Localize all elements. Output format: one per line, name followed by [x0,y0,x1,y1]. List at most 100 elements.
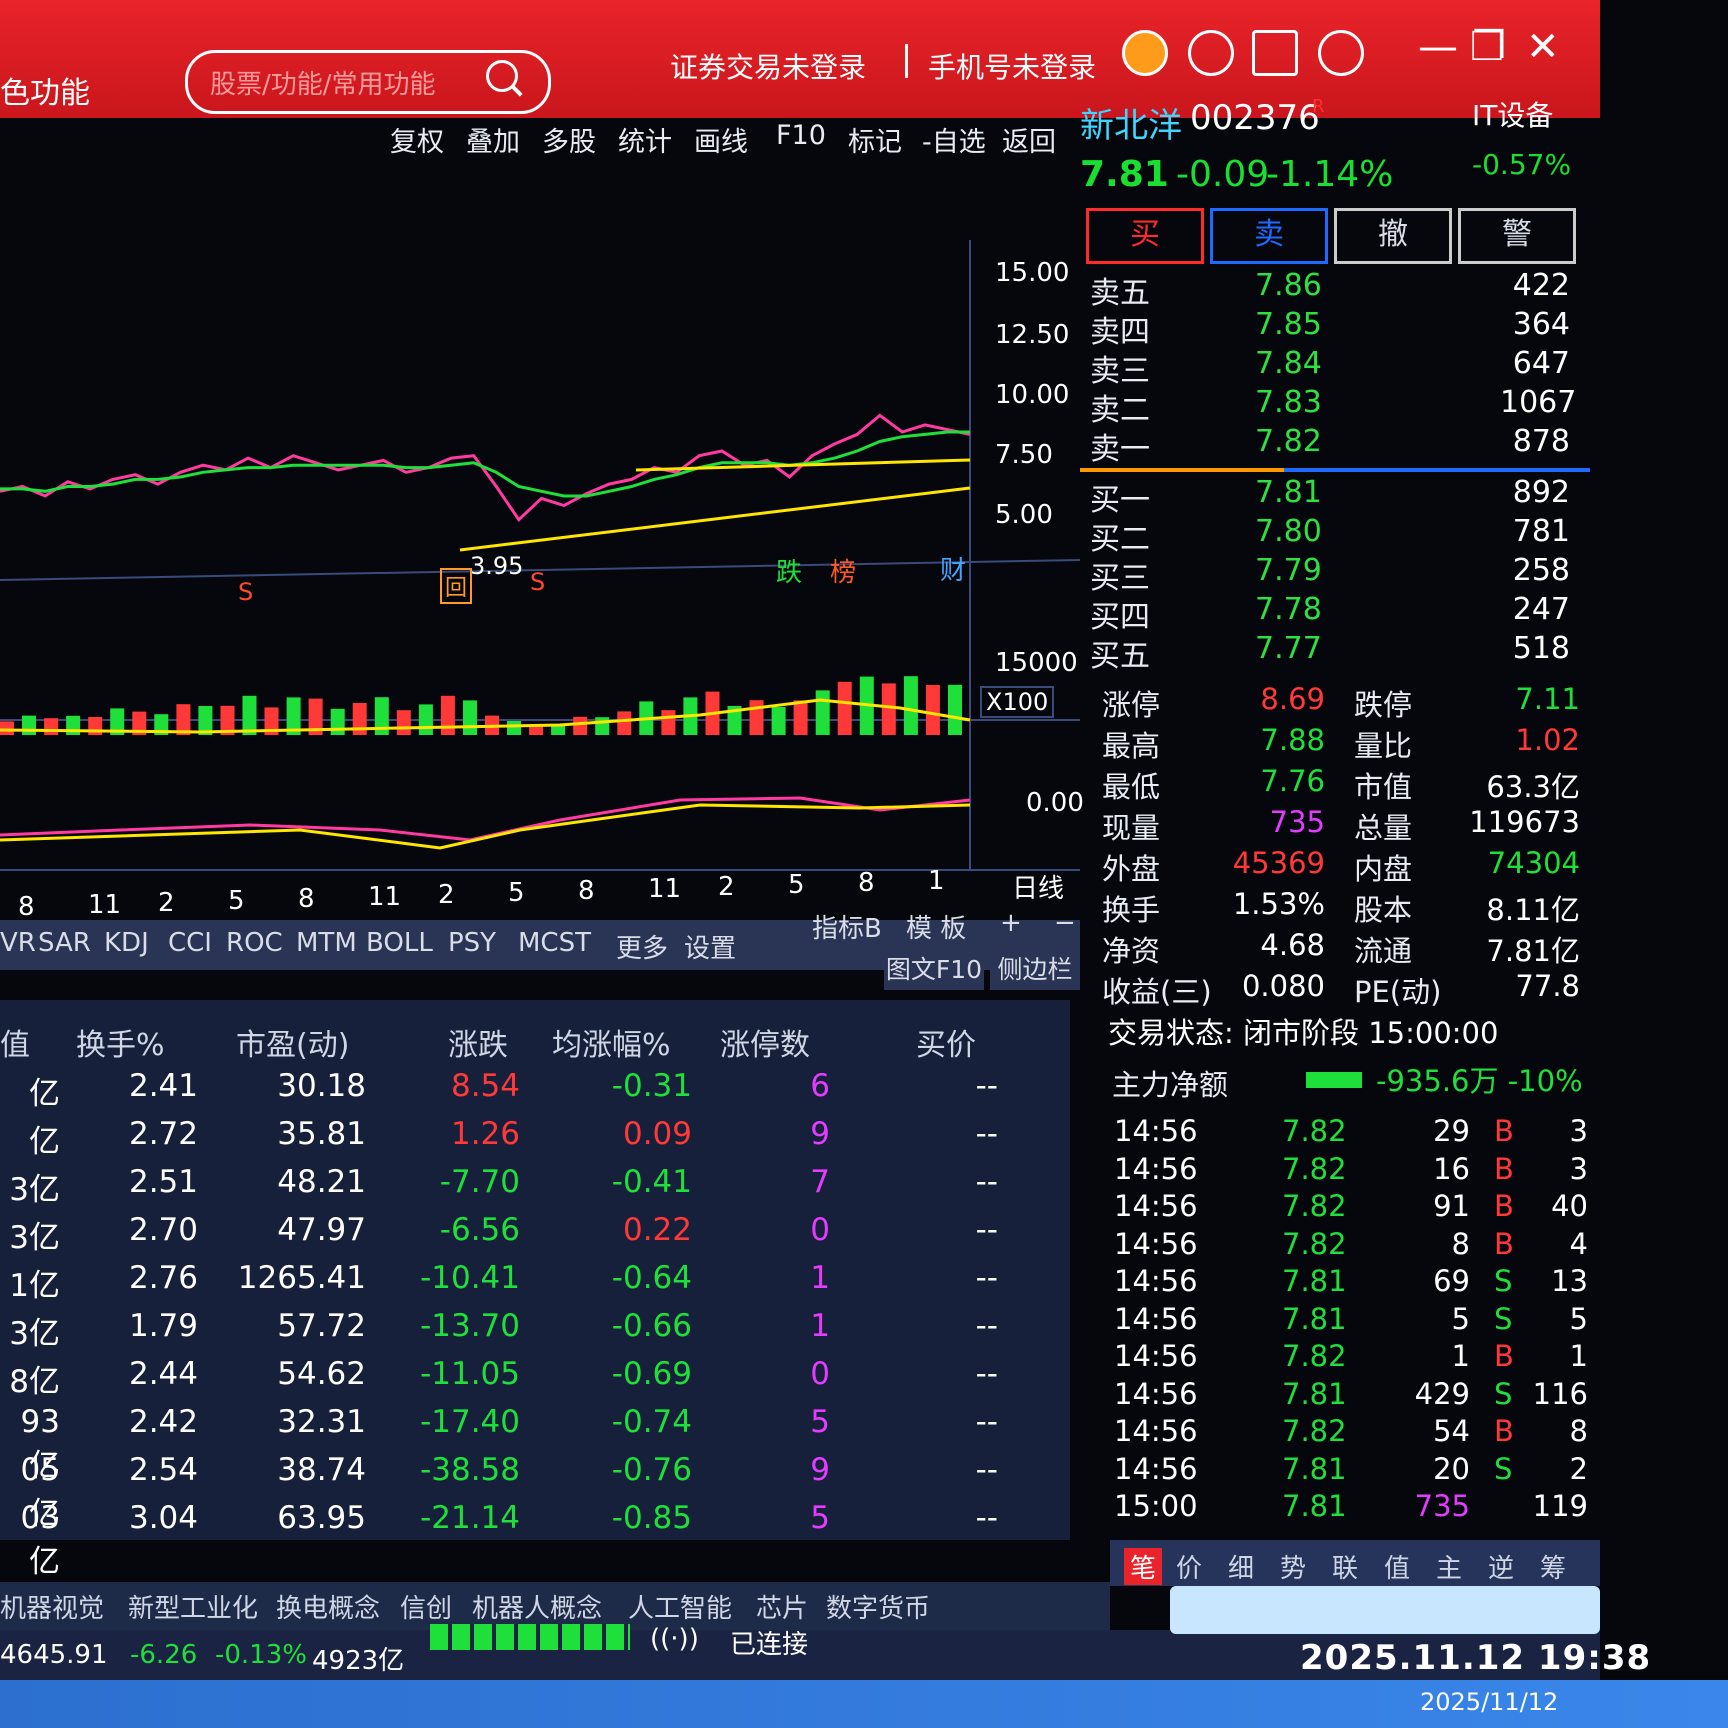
gear-icon[interactable] [1318,30,1364,76]
ime-toolbar[interactable] [1170,1586,1600,1634]
signal-marker[interactable]: S [238,578,253,606]
table-header[interactable]: 市盈(动) [236,1020,349,1064]
orderbook-price[interactable]: 7.86 [1255,268,1322,303]
sector-tab[interactable]: 人工智能 [628,1588,732,1625]
menu-item-stats[interactable]: 统计 [618,120,672,159]
table-header[interactable]: 买价 [916,1020,976,1064]
indicator-tab-更多[interactable]: 更多 [616,928,668,965]
event-marker[interactable]: 财 [940,550,966,587]
indicator-control[interactable]: + [1000,908,1022,938]
indicator-tab-kdj[interactable]: KDJ [104,928,149,958]
detail-tab[interactable]: 联 [1332,1548,1358,1585]
indicator-tab-设置[interactable]: 设置 [684,928,736,965]
f10-button[interactable]: 图文F10 [884,950,984,990]
menu-item-fuquan[interactable]: 复权 [390,120,444,159]
close-button[interactable]: ✕ [1526,24,1560,70]
indicator-tab-boll[interactable]: BOLL [366,928,433,958]
cancel-order-button[interactable]: 撤 [1334,208,1452,264]
detail-tab[interactable]: 主 [1436,1548,1462,1585]
stat-value: 77.8 [1515,969,1580,1003]
sidebar-button[interactable]: 侧边栏 [990,950,1080,990]
tick-volume: 29 [1433,1114,1470,1148]
detail-tab[interactable]: 逆 [1488,1548,1514,1585]
table-header[interactable]: 涨跌 [448,1020,508,1064]
table-header[interactable]: 涨停数 [720,1020,810,1064]
detail-tab[interactable]: 势 [1280,1548,1306,1585]
sector-tab[interactable]: 机器视觉 [0,1588,104,1625]
orderbook-price[interactable]: 7.78 [1255,592,1322,627]
table-cell: 2.76 [128,1260,198,1296]
indicator-tab-mcst[interactable]: MCST [518,928,591,958]
phone-login-link[interactable]: 手机号未登录 [928,46,1096,86]
orderbook-price[interactable]: 7.82 [1255,424,1322,459]
indicator-control[interactable]: 模 板 [906,908,966,945]
sector-tab[interactable]: 数字货币 [826,1588,930,1625]
indicator-tab-mtm[interactable]: MTM [296,928,357,958]
stat-label: 量比 [1354,729,1413,763]
period-label[interactable]: 日线 [1012,868,1064,905]
orderbook-price[interactable]: 7.77 [1255,631,1322,666]
trade-login-link[interactable]: 证券交易未登录 [670,46,866,86]
detail-tab[interactable]: 价 [1176,1548,1202,1585]
sector-tab[interactable]: 新型工业化 [128,1588,258,1625]
table-cell: -- [975,1500,998,1536]
detail-tab[interactable]: 筹 [1540,1548,1566,1585]
orderbook-price[interactable]: 7.80 [1255,514,1322,549]
indicator-tab-cci[interactable]: CCI [168,928,212,958]
table-cell: 1亿 [9,1268,60,1304]
table-header[interactable]: 值 [0,1020,30,1064]
menu-item-overlay[interactable]: 叠加 [466,120,520,159]
search-icon[interactable] [486,60,518,92]
stock-industry[interactable]: IT设备 [1472,94,1553,134]
table-cell: 32.31 [277,1404,366,1440]
alert-button[interactable]: 警 [1458,208,1576,264]
table-cell: 48.21 [277,1164,366,1200]
menu-item-back[interactable]: 返回 [1002,120,1056,159]
buy-button[interactable]: 买 [1086,208,1204,264]
alert-icon[interactable] [1122,30,1168,76]
tick-direction: S [1494,1301,1513,1336]
menu-item-watchlist[interactable]: -自选 [922,120,986,159]
orderbook-price[interactable]: 7.83 [1255,385,1322,420]
minimize-button[interactable]: — [1418,24,1458,70]
sector-tab[interactable]: 换电概念 [276,1588,380,1625]
orderbook-price[interactable]: 7.81 [1255,475,1322,510]
detail-tab[interactable]: 笔 [1124,1548,1163,1585]
indicator-control[interactable]: 指标B [812,908,882,945]
document-icon[interactable] [1252,30,1298,76]
tick-count: 13 [1551,1264,1588,1298]
menu-item-draw[interactable]: 画线 [694,120,748,159]
orderbook-price[interactable]: 7.79 [1255,553,1322,588]
stat-label: 跌停 [1354,688,1413,722]
table-cell: 3.04 [128,1500,198,1536]
menu-item-mark[interactable]: 标记 [848,120,902,159]
signal-marker[interactable]: 回 [440,568,473,604]
indicator-tab-sar[interactable]: SAR [38,928,91,958]
orderbook-price[interactable]: 7.84 [1255,346,1322,381]
maximize-button[interactable]: ❐ [1470,24,1506,70]
event-marker[interactable]: 跌 [776,552,802,589]
table-cell: 0 [810,1212,830,1248]
sector-tab[interactable]: 信创 [400,1588,452,1625]
orderbook-volume: 518 [1512,631,1570,666]
sector-tab[interactable]: 芯片 [756,1588,808,1625]
indicator-tab-vr[interactable]: VR [0,928,36,958]
table-cell: 5 [810,1404,830,1440]
detail-tab[interactable]: 细 [1228,1548,1254,1585]
menu-item-f10[interactable]: F10 [776,120,826,151]
signal-marker[interactable]: S [530,568,545,596]
headset-icon[interactable] [1188,30,1234,76]
indicator-tab-roc[interactable]: ROC [226,928,283,958]
tick-count: 116 [1532,1376,1588,1411]
menu-item-multi[interactable]: 多股 [542,120,596,159]
indicator-tab-psy[interactable]: PSY [448,928,496,958]
event-marker[interactable]: 榜 [830,552,856,589]
table-header[interactable]: 均涨幅% [552,1020,671,1064]
detail-tab[interactable]: 值 [1384,1548,1410,1585]
orderbook-price[interactable]: 7.85 [1255,307,1322,342]
sector-tab[interactable]: 机器人概念 [472,1588,602,1625]
indicator-control[interactable]: − [1054,908,1076,938]
table-header[interactable]: 换手% [76,1020,165,1064]
tick-count: 5 [1569,1301,1588,1336]
sell-button[interactable]: 卖 [1210,208,1328,264]
